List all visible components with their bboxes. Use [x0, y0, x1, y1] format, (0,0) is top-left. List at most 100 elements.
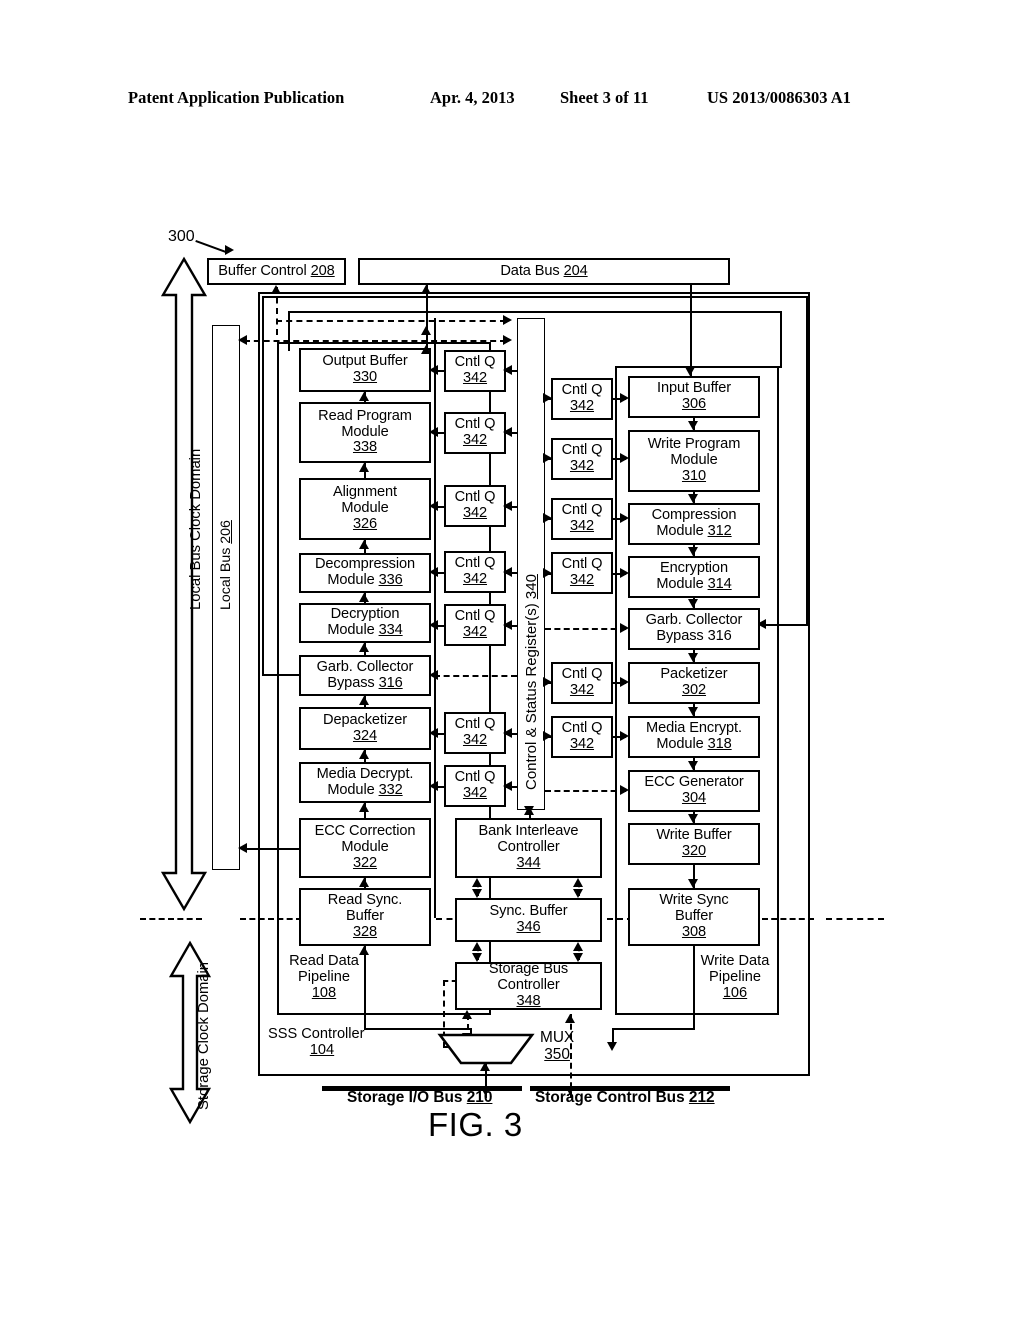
- secondary-rail-right: [780, 311, 783, 368]
- write-module-write-program-module: Write Program Module 310: [628, 430, 760, 492]
- buffer-control-dashed-v: [276, 287, 278, 335]
- cq-r5-in-arrow: [543, 677, 552, 687]
- cq-gc-write-dashed: [545, 628, 626, 630]
- write-arrow-9: [688, 879, 698, 888]
- cntl-q-left-7: Cntl Q 342: [444, 765, 506, 807]
- sync-sbc-dashed-l-dn: [472, 953, 482, 962]
- read-arrow-4: [359, 593, 369, 602]
- local-bus-206-label: Local Bus 206: [218, 520, 234, 610]
- mux-350-shape: [437, 1033, 535, 1065]
- bic-sync-dashed-l-dn: [472, 889, 482, 898]
- csr-dashed-in-1: [276, 320, 506, 322]
- csr-to-bic-arrow-u: [524, 806, 534, 815]
- mux-350-label: MUX 350: [540, 1029, 575, 1063]
- ref-300-arrowhead: [225, 245, 234, 255]
- bank-interleave-controller-344: Bank Interleave Controller 344: [455, 818, 602, 878]
- sync-sbc-dashed-r-dn: [573, 953, 583, 962]
- read-arrow-9: [359, 878, 369, 887]
- write-arrow-5: [688, 653, 698, 662]
- csr-dashed-out-1-arrow: [503, 335, 512, 345]
- cntl-q-right-3: Cntl Q 342: [551, 498, 613, 540]
- clock-domain-divider-left: [140, 918, 202, 920]
- cq-l2-in-arrow: [503, 427, 512, 437]
- cntl-q-left-6: Cntl Q 342: [444, 712, 506, 754]
- cq-l3-in-arrow: [503, 501, 512, 511]
- storage-control-bus-label: Storage Control Bus 212: [535, 1089, 715, 1106]
- read-module-decompression-module: Decompression Module 336: [299, 553, 431, 593]
- read-arrow-7: [359, 750, 369, 759]
- ref-300-leader: [195, 240, 227, 254]
- read-sync-from-mux-arrow: [359, 946, 369, 955]
- cntl-q-left-2: Cntl Q 342: [444, 412, 506, 454]
- read-arrow-3: [359, 540, 369, 549]
- sss-right-rail: [806, 296, 809, 626]
- read-cntl-bus: [434, 318, 437, 918]
- cntl-q-right-4: Cntl Q 342: [551, 552, 613, 594]
- write-module-packetizer: Packetizer 302: [628, 662, 760, 704]
- databus-to-input-buffer-arrow: [685, 367, 695, 376]
- read-arrow-6: [359, 696, 369, 705]
- cntl-q-left-1: Cntl Q 342: [444, 350, 506, 392]
- secondary-rail-top: [288, 311, 782, 314]
- bic-sync-dashed-l-up: [472, 878, 482, 887]
- cntl-q-left-3: Cntl Q 342: [444, 485, 506, 527]
- cntl-q-right-5: Cntl Q 342: [551, 662, 613, 704]
- write-data-pipeline-106-label: Write Data Pipeline 106: [700, 953, 770, 1002]
- write-module-encryption-module: Encryption Module 314: [628, 556, 760, 598]
- cntl-q-right-6: Cntl Q 342: [551, 716, 613, 758]
- write-module-write-buffer: Write Buffer 320: [628, 823, 760, 865]
- data-bus-204: Data Bus 204: [358, 258, 730, 285]
- cq-ecc-gen-dashed: [545, 790, 626, 792]
- databus-to-input-buffer: [690, 285, 693, 376]
- bic-sync-dashed-r-up: [573, 878, 583, 887]
- sss-top-rail: [262, 296, 808, 299]
- write-arrow-6: [688, 707, 698, 716]
- cq-l7-in-arrow: [503, 781, 512, 791]
- write-module-media-encrypt-module: Media Encrypt. Module 318: [628, 716, 760, 758]
- readsync-sbc-dashed-h: [443, 980, 457, 982]
- sss-controller-104-label: SSS Controller 104: [268, 1026, 365, 1059]
- localbus-in-line: [246, 848, 299, 851]
- storage-io-bus-label: Storage I/O Bus 210: [347, 1089, 493, 1106]
- bic-sync-dashed-r-dn: [573, 889, 583, 898]
- cntl-q-right-2: Cntl Q 342: [551, 438, 613, 480]
- write-sync-to-mux-arrow: [607, 1042, 617, 1051]
- read-module-ecc-correction-module: ECC Correction Module 322: [299, 818, 431, 878]
- read-sync-from-mux-v: [364, 946, 367, 1030]
- sbc-mux-dashed-up: [462, 1010, 472, 1019]
- secondary-rail-left: [288, 311, 291, 351]
- cntl-q-left-5: Cntl Q 342: [444, 604, 506, 646]
- sync-buffer-346: Sync. Buffer 346: [455, 898, 602, 942]
- clock-domain-divider-f: [826, 918, 884, 920]
- write-arrow-2: [688, 494, 698, 503]
- write-arrow-4: [688, 599, 698, 608]
- buffer-control-208: Buffer Control 208: [207, 258, 346, 285]
- sbc-to-storage-control-bus-arrow-up: [565, 1014, 575, 1023]
- mux-to-io-bus-arrow-u: [480, 1062, 490, 1071]
- figure-ref-300: 300: [168, 228, 195, 245]
- write-arrow-7: [688, 761, 698, 770]
- cq-l6-in-arrow: [503, 728, 512, 738]
- storage-bus-controller-348: Storage Bus Controller 348: [455, 961, 602, 1010]
- write-module-ecc-generator: ECC Generator 304: [628, 770, 760, 812]
- read-arrow-8: [359, 803, 369, 812]
- storage-clock-domain-label: Storage Clock Domain: [196, 961, 212, 1110]
- cq-r3-in-arrow: [543, 513, 552, 523]
- control-status-registers-340-label: Control & Status Register(s) 340: [523, 574, 540, 790]
- cq-r4-in-arrow: [543, 568, 552, 578]
- cq-l1-in-arrow: [503, 365, 512, 375]
- cq-gc-read-dashed: [434, 675, 517, 677]
- output-buffer-to-databus-arrow: [421, 285, 431, 294]
- gc-bypass-read-feed: [262, 674, 301, 677]
- write-arrow-1: [688, 421, 698, 430]
- write-sync-to-mux-v: [693, 946, 696, 1030]
- write-module-garbage-collector-bypass: Garb. Collector Bypass 316: [628, 608, 760, 650]
- output-buffer-to-databus-arrow2: [421, 326, 431, 335]
- cntl-q-right-1: Cntl Q 342: [551, 378, 613, 420]
- read-arrow-5: [359, 643, 369, 652]
- read-module-depacketizer: Depacketizer 324: [299, 707, 431, 750]
- write-module-write-sync-buffer: Write Sync Buffer 308: [628, 888, 760, 946]
- read-module-garbage-collector-bypass: Garb. Collector Bypass 316: [299, 655, 431, 696]
- cntl-q-left-4: Cntl Q 342: [444, 551, 506, 593]
- figure-caption: FIG. 3: [428, 1106, 523, 1143]
